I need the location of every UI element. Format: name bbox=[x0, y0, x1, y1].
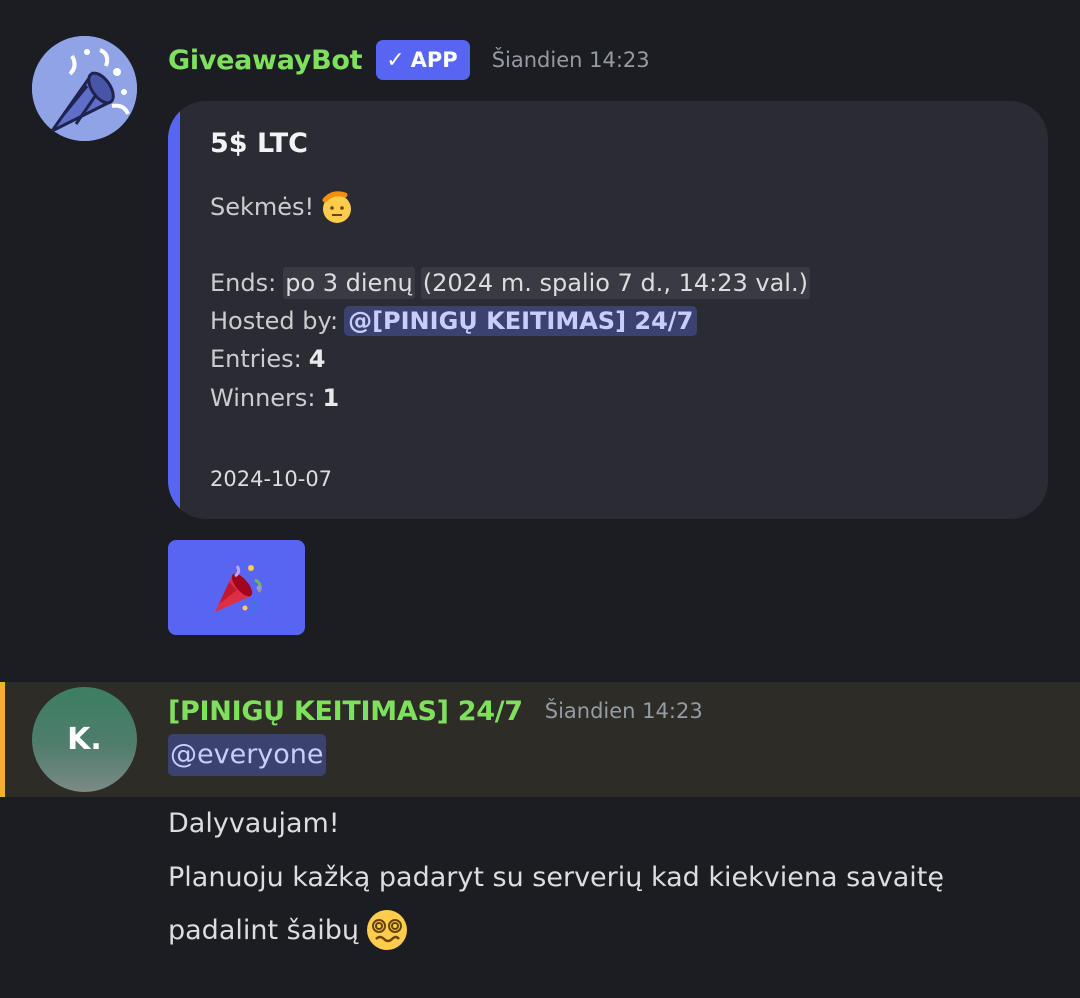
message-header-2: [PINIGŲ KEITIMAS] 24/7 Šiandien 14:23 bbox=[168, 690, 703, 732]
embed-winners: Winners: 1 bbox=[210, 384, 339, 412]
bot-username[interactable]: GiveawayBot bbox=[168, 45, 363, 76]
enter-giveaway-button[interactable] bbox=[168, 540, 305, 635]
chat-view: GiveawayBot ✓ APP Šiandien 14:23 5$ LTC … bbox=[0, 0, 1080, 998]
message-timestamp[interactable]: Šiandien 14:23 bbox=[492, 48, 650, 72]
embed-accent-bar bbox=[168, 101, 180, 519]
bot-avatar[interactable] bbox=[32, 36, 137, 141]
user-avatar[interactable]: K. bbox=[32, 687, 137, 792]
embed-description-text: Sekmės! bbox=[210, 193, 315, 221]
message-text-1: Dalyvaujam! bbox=[168, 808, 340, 839]
entries-label: Entries: bbox=[210, 345, 302, 373]
message-header: GiveawayBot ✓ APP Šiandien 14:23 bbox=[168, 40, 650, 80]
user-avatar-text: K. bbox=[67, 722, 102, 757]
ends-label: Ends: bbox=[210, 269, 277, 297]
ends-relative-time[interactable]: po 3 dienų bbox=[283, 267, 415, 299]
message-timestamp-2[interactable]: Šiandien 14:23 bbox=[545, 699, 703, 723]
embed-title: 5$ LTC bbox=[210, 128, 308, 159]
embed-ends: Ends: po 3 dienų (2024 m. spalio 7 d., 1… bbox=[210, 267, 810, 299]
ends-absolute-time[interactable]: (2024 m. spalio 7 d., 14:23 val.) bbox=[420, 267, 810, 299]
party-popper-icon bbox=[214, 564, 262, 613]
mention-highlight-edge bbox=[0, 682, 5, 797]
embed-host: Hosted by: @[PINIGŲ KEITIMAS] 24/7 bbox=[210, 306, 698, 336]
party-popper-avatar-icon bbox=[32, 36, 137, 141]
check-icon: ✓ bbox=[386, 47, 405, 73]
message-text-3: padalint šaibų bbox=[168, 908, 409, 952]
saluting-face-emoji-icon bbox=[322, 191, 352, 223]
winners-label: Winners: bbox=[210, 384, 316, 412]
host-mention[interactable]: @[PINIGŲ KEITIMAS] 24/7 bbox=[344, 306, 698, 336]
entries-count: 4 bbox=[308, 345, 326, 373]
woozy-face-emoji-icon bbox=[367, 910, 408, 950]
user-username[interactable]: [PINIGŲ KEITIMAS] 24/7 bbox=[168, 696, 523, 727]
app-badge-label: APP bbox=[410, 48, 458, 72]
everyone-mention[interactable]: @everyone bbox=[168, 734, 326, 776]
embed-footer-date: 2024-10-07 bbox=[210, 467, 333, 491]
giveaway-embed: 5$ LTC Sekmės! Ends: po 3 dienų (2024 m.… bbox=[168, 101, 1048, 519]
embed-description: Sekmės! bbox=[210, 190, 354, 224]
embed-entries: Entries: 4 bbox=[210, 345, 325, 373]
winners-count: 1 bbox=[322, 384, 340, 412]
hosted-label: Hosted by: bbox=[210, 307, 339, 335]
message-text-2: Planuoju kažką padaryt su serverių kad k… bbox=[168, 862, 944, 893]
message-text-3-content: padalint šaibų bbox=[168, 914, 360, 946]
app-badge: ✓ APP bbox=[376, 40, 470, 80]
